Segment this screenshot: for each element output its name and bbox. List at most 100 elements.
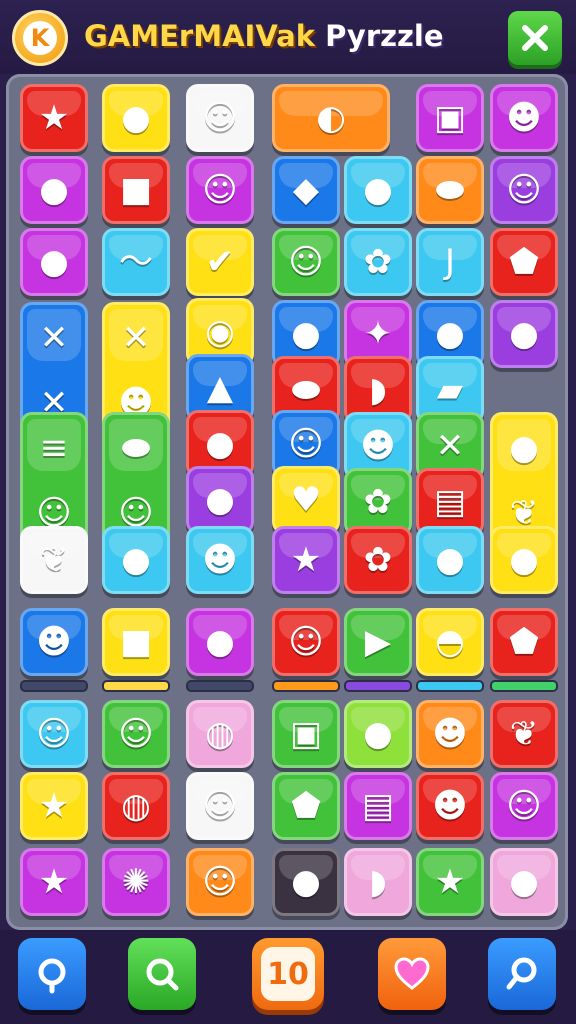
star-icon: ★ (290, 540, 322, 580)
blue-face-icon: ● (509, 314, 539, 354)
game-tile[interactable]: ☺ (490, 772, 558, 840)
locate-button[interactable] (18, 938, 86, 1010)
game-tile[interactable]: ☻ (416, 772, 484, 840)
progress-fill (418, 682, 482, 690)
game-tile[interactable]: ● (344, 700, 412, 768)
progress-bar (344, 680, 412, 692)
boy-face-icon: ☺ (288, 242, 324, 282)
game-tile[interactable]: ♥ (272, 466, 340, 534)
game-tile[interactable]: ☺ (186, 772, 254, 840)
smiley-x-icon: ✕ (435, 426, 465, 466)
progress-bar (186, 680, 254, 692)
heart-icon: ♥ (290, 480, 322, 520)
game-tile[interactable]: ★ (272, 526, 340, 594)
game-tile[interactable]: ★ (20, 848, 88, 916)
zoom-button[interactable] (488, 938, 556, 1010)
game-tile[interactable]: ⬟ (272, 772, 340, 840)
star-face-icon: ★ (38, 786, 70, 826)
flower-face-icon: ✿ (363, 482, 393, 522)
game-tile[interactable]: ✺ (102, 848, 170, 916)
game-tile[interactable]: ☺ (272, 228, 340, 296)
smiley-icon: ☺ (506, 170, 542, 210)
blob-face-icon: ● (205, 424, 235, 464)
berry-face-icon: ● (509, 427, 539, 468)
game-tile[interactable]: ☺ (20, 700, 88, 768)
tomato-icon: ● (435, 540, 465, 580)
game-tile[interactable]: ■ (102, 156, 170, 224)
game-tile[interactable]: ☺ (186, 84, 254, 152)
game-tile[interactable]: ▣ (416, 84, 484, 152)
game-tile[interactable]: ● (272, 848, 340, 916)
game-tile[interactable]: ◓ (416, 608, 484, 676)
bottom-bar: 10 (0, 930, 576, 1024)
coin-button[interactable]: K (12, 10, 68, 66)
devil-face-icon: ☻ (36, 622, 72, 662)
game-tile[interactable]: ☻ (416, 700, 484, 768)
moves-counter[interactable]: 10 (252, 938, 324, 1010)
game-tile[interactable]: ★ (416, 848, 484, 916)
game-tile[interactable]: ✔ (186, 228, 254, 296)
game-tile[interactable]: ☺ (272, 608, 340, 676)
game-tile[interactable]: 〜 (102, 228, 170, 296)
bow-icon: ✕ (121, 317, 151, 358)
title-part-1: GAME (84, 19, 179, 53)
game-tile[interactable]: ◗ (344, 848, 412, 916)
game-tile[interactable]: ▤ (344, 772, 412, 840)
apple-icon: ● (205, 480, 235, 520)
game-tile[interactable]: ◆ (272, 156, 340, 224)
flower-icon: ✿ (363, 242, 393, 282)
game-tile[interactable]: ✿ (344, 228, 412, 296)
progress-fill (346, 682, 410, 690)
game-tile[interactable]: ☻ (186, 526, 254, 594)
game-tile[interactable]: ⬟ (490, 608, 558, 676)
game-tile[interactable]: ☺ (102, 700, 170, 768)
game-board: ★ ● ☺ ◐ ▣ ☻ ● ■ ☺ ◆ ● ⬬ ☺ ● 〜 ✔ ☺ ✿ J ⬟ ✕ ✕ ✕ ☻ ◉ ● ✦ ● ● ▲ ⬬ ◗ ▰ ≡ ☺ ⬬ ☺ ● ☺ ☻… (6, 74, 568, 930)
game-tile[interactable]: ● (490, 848, 558, 916)
speech-face-icon: ☻ (432, 786, 468, 826)
progress-bar (20, 680, 88, 692)
leaf-icon: ❦ (509, 492, 539, 533)
game-tile[interactable]: ★ (20, 772, 88, 840)
game-tile[interactable]: ❦ (20, 526, 88, 594)
game-tile[interactable]: J (416, 228, 484, 296)
game-tile[interactable]: ● (102, 84, 170, 152)
game-tile[interactable]: ☻ (20, 608, 88, 676)
search-button[interactable] (128, 938, 196, 1010)
game-tile[interactable]: ● (416, 526, 484, 594)
game-tile[interactable]: ⬟ (490, 228, 558, 296)
game-tile[interactable]: ◍ (186, 700, 254, 768)
game-tile[interactable]: ● (20, 228, 88, 296)
game-tile[interactable]: ☻ (490, 84, 558, 152)
thumb-icon: ▲ (206, 368, 234, 408)
green-face-icon: ☻ (202, 540, 238, 580)
bread-icon: ⬬ (291, 370, 321, 410)
game-tile[interactable]: ☺ (186, 848, 254, 916)
eye-icon: ◉ (205, 312, 235, 352)
game-tile[interactable]: ◐ (272, 84, 390, 152)
game-tile[interactable]: ☺ (186, 156, 254, 224)
game-tile[interactable]: ◍ (102, 772, 170, 840)
apple-icon: ● (39, 170, 69, 210)
game-tile[interactable]: ▣ (272, 700, 340, 768)
close-button[interactable] (508, 11, 562, 65)
game-tile[interactable]: ★ (20, 84, 88, 152)
top-bar: K GAMErMAIVak Pyrzzle (0, 0, 576, 74)
game-tile[interactable]: ● (186, 608, 254, 676)
game-tile[interactable]: ● (20, 156, 88, 224)
strawberry-icon: ● (363, 714, 393, 754)
leaf-cross-icon: ✕ (39, 317, 69, 358)
lives-button[interactable] (378, 938, 446, 1010)
game-tile[interactable]: ● (490, 526, 558, 594)
title-part-3: Pyrzzle (325, 19, 444, 53)
game-tile[interactable]: ⬬ (416, 156, 484, 224)
fish-face-icon: ● (509, 862, 539, 902)
game-tile[interactable]: ● (102, 526, 170, 594)
game-tile[interactable]: ● (490, 300, 558, 368)
game-tile[interactable]: ● (344, 156, 412, 224)
game-tile[interactable]: ✿ (344, 526, 412, 594)
game-tile[interactable]: ● (186, 466, 254, 534)
game-tile[interactable]: ■ (102, 608, 170, 676)
game-tile[interactable]: ☺ (490, 156, 558, 224)
game-tile[interactable]: ▶ (344, 608, 412, 676)
game-tile[interactable]: ❦ (490, 700, 558, 768)
